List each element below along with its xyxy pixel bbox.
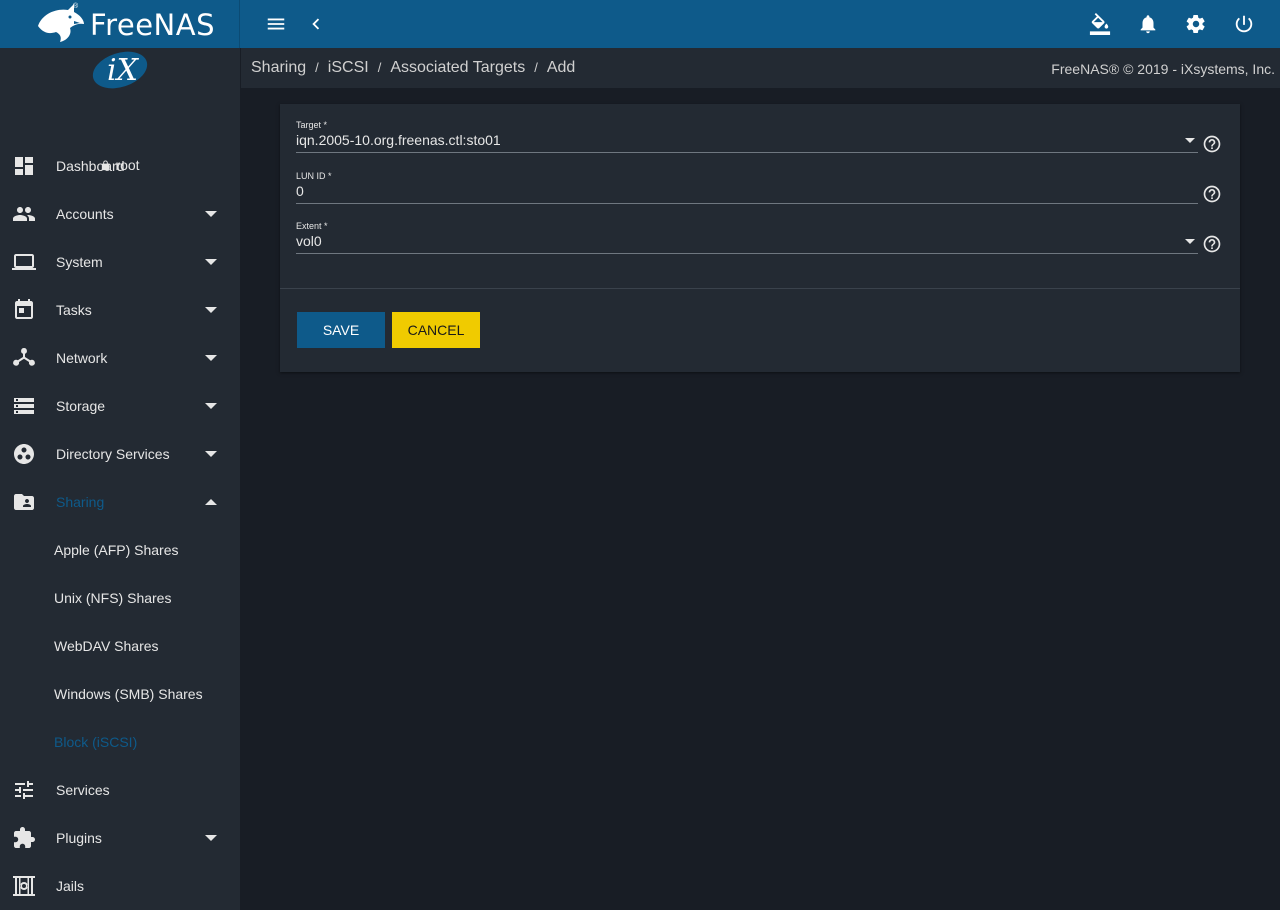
sidebar-item-label: Plugins bbox=[56, 830, 102, 846]
target-value[interactable]: iqn.2005-10.org.freenas.ctl:sto01 bbox=[296, 132, 1176, 148]
theme-button[interactable] bbox=[1088, 12, 1112, 36]
sidebar-subitem-webdav[interactable]: WebDAV Shares bbox=[0, 622, 240, 670]
sidebar: iX root Dashboard Accounts System Tasks … bbox=[0, 48, 240, 910]
ixsystems-logo: iX bbox=[92, 51, 148, 89]
breadcrumb-iscsi[interactable]: iSCSI bbox=[328, 59, 369, 76]
sidebar-item-label: Directory Services bbox=[56, 446, 170, 462]
breadcrumb-sharing[interactable]: Sharing bbox=[251, 59, 306, 76]
sidebar-item-dashboard[interactable]: Dashboard bbox=[0, 142, 240, 190]
breadcrumb-associated-targets[interactable]: Associated Targets bbox=[390, 59, 525, 76]
calendar-icon bbox=[15, 299, 33, 319]
chevron-down-icon bbox=[205, 835, 217, 841]
extent-value[interactable]: vol0 bbox=[296, 233, 1176, 249]
network-icon bbox=[13, 348, 35, 366]
lun-id-value[interactable]: 0 bbox=[296, 183, 1176, 199]
sidebar-item-label: Jails bbox=[56, 878, 85, 894]
sidebar-item-label: Network bbox=[56, 350, 108, 366]
chevron-down-icon bbox=[205, 403, 217, 409]
brand-logo[interactable]: ® FreeNAS bbox=[0, 0, 240, 48]
paint-bucket-icon bbox=[1089, 13, 1111, 35]
brand-name: FreeNAS bbox=[90, 8, 215, 42]
freenas-shark-icon bbox=[38, 4, 84, 42]
extent-label: Extent * bbox=[296, 221, 328, 231]
laptop-icon bbox=[12, 254, 36, 270]
collapse-sidebar-button[interactable] bbox=[304, 12, 328, 36]
top-bar: ® FreeNAS bbox=[0, 0, 1280, 48]
copyright: FreeNAS® © 2019 - iXsystems, Inc. bbox=[1051, 61, 1275, 77]
sidebar-subitem-label: Apple (AFP) Shares bbox=[54, 542, 179, 558]
chevron-left-icon bbox=[312, 18, 320, 30]
accounts-icon bbox=[13, 207, 35, 221]
dropdown-arrow-icon[interactable] bbox=[1185, 138, 1195, 143]
chevron-down-icon bbox=[205, 451, 217, 457]
sidebar-item-storage[interactable]: Storage bbox=[0, 382, 240, 430]
sidebar-item-label: Sharing bbox=[56, 494, 105, 510]
breadcrumb: Sharing / iSCSI / Associated Targets / Add bbox=[251, 59, 576, 76]
sidebar-item-sharing[interactable]: Sharing bbox=[0, 478, 240, 526]
power-button[interactable] bbox=[1232, 12, 1256, 36]
sidebar-item-label: Services bbox=[56, 782, 110, 798]
chevron-up-icon bbox=[205, 499, 217, 505]
breadcrumb-add: Add bbox=[546, 59, 576, 76]
sidebar-subitem-label: WebDAV Shares bbox=[54, 638, 159, 654]
menu-toggle-button[interactable] bbox=[264, 12, 288, 36]
storage-icon bbox=[14, 398, 34, 414]
sidebar-item-accounts[interactable]: Accounts bbox=[0, 190, 240, 238]
sidebar-subitem-nfs[interactable]: Unix (NFS) Shares bbox=[0, 574, 240, 622]
directory-icon bbox=[14, 444, 34, 464]
bell-icon bbox=[1140, 15, 1156, 34]
tune-icon bbox=[15, 781, 33, 799]
sidebar-item-label: Tasks bbox=[56, 302, 92, 318]
chevron-down-icon bbox=[205, 211, 217, 217]
target-label: Target * bbox=[296, 120, 328, 130]
sidebar-subitem-label: Block (iSCSI) bbox=[54, 734, 138, 750]
sidebar-item-system[interactable]: System bbox=[0, 238, 240, 286]
sidebar-item-label: Dashboard bbox=[56, 158, 125, 174]
sidebar-item-tasks[interactable]: Tasks bbox=[0, 286, 240, 334]
chevron-down-icon bbox=[205, 307, 217, 313]
chevron-down-icon bbox=[205, 259, 217, 265]
sidebar-item-directory-services[interactable]: Directory Services bbox=[0, 430, 240, 478]
extent-help-button[interactable] bbox=[1202, 234, 1222, 254]
dashboard-icon bbox=[15, 157, 33, 175]
sidebar-subitem-label: Unix (NFS) Shares bbox=[54, 590, 172, 606]
help-circle-icon bbox=[1203, 235, 1221, 253]
sidebar-item-services[interactable]: Services bbox=[0, 766, 240, 814]
sidebar-subitem-afp[interactable]: Apple (AFP) Shares bbox=[0, 526, 240, 574]
breadcrumb-bar: Sharing / iSCSI / Associated Targets / Add Fre… bbox=[241, 48, 1280, 88]
power-icon bbox=[1235, 15, 1253, 33]
puzzle-icon bbox=[14, 827, 35, 848]
help-circle-icon bbox=[1203, 185, 1221, 203]
gear-icon bbox=[1186, 15, 1205, 33]
svg-text:iX: iX bbox=[107, 53, 140, 88]
sidebar-item-label: Storage bbox=[56, 398, 106, 414]
registered-mark: ® bbox=[73, 3, 79, 10]
form-divider bbox=[280, 288, 1240, 289]
sidebar-item-label: System bbox=[56, 254, 103, 270]
save-button[interactable]: SAVE bbox=[297, 312, 385, 348]
lun-id-help-button[interactable] bbox=[1202, 184, 1222, 204]
sidebar-subitem-iscsi[interactable]: Block (iSCSI) bbox=[0, 718, 240, 766]
sidebar-item-label: Accounts bbox=[56, 206, 114, 222]
cancel-button[interactable]: CANCEL bbox=[392, 312, 480, 348]
notifications-button[interactable] bbox=[1136, 12, 1160, 36]
settings-button[interactable] bbox=[1184, 12, 1208, 36]
chevron-down-icon bbox=[205, 355, 217, 361]
target-help-button[interactable] bbox=[1202, 134, 1222, 154]
folder-shared-icon bbox=[14, 494, 34, 510]
dropdown-arrow-icon[interactable] bbox=[1185, 239, 1195, 244]
sidebar-subitem-label: Windows (SMB) Shares bbox=[54, 686, 203, 702]
lun-id-label: LUN ID * bbox=[296, 171, 332, 181]
sidebar-item-jails[interactable]: Jails bbox=[0, 862, 240, 910]
sidebar-subitem-smb[interactable]: Windows (SMB) Shares bbox=[0, 670, 240, 718]
sidebar-item-network[interactable]: Network bbox=[0, 334, 240, 382]
associated-target-form: Target * iqn.2005-10.org.freenas.ctl:sto… bbox=[280, 104, 1240, 372]
help-circle-icon bbox=[1203, 135, 1221, 153]
sidebar-item-plugins[interactable]: Plugins bbox=[0, 814, 240, 862]
hamburger-icon bbox=[267, 18, 285, 30]
jail-icon bbox=[13, 876, 35, 896]
